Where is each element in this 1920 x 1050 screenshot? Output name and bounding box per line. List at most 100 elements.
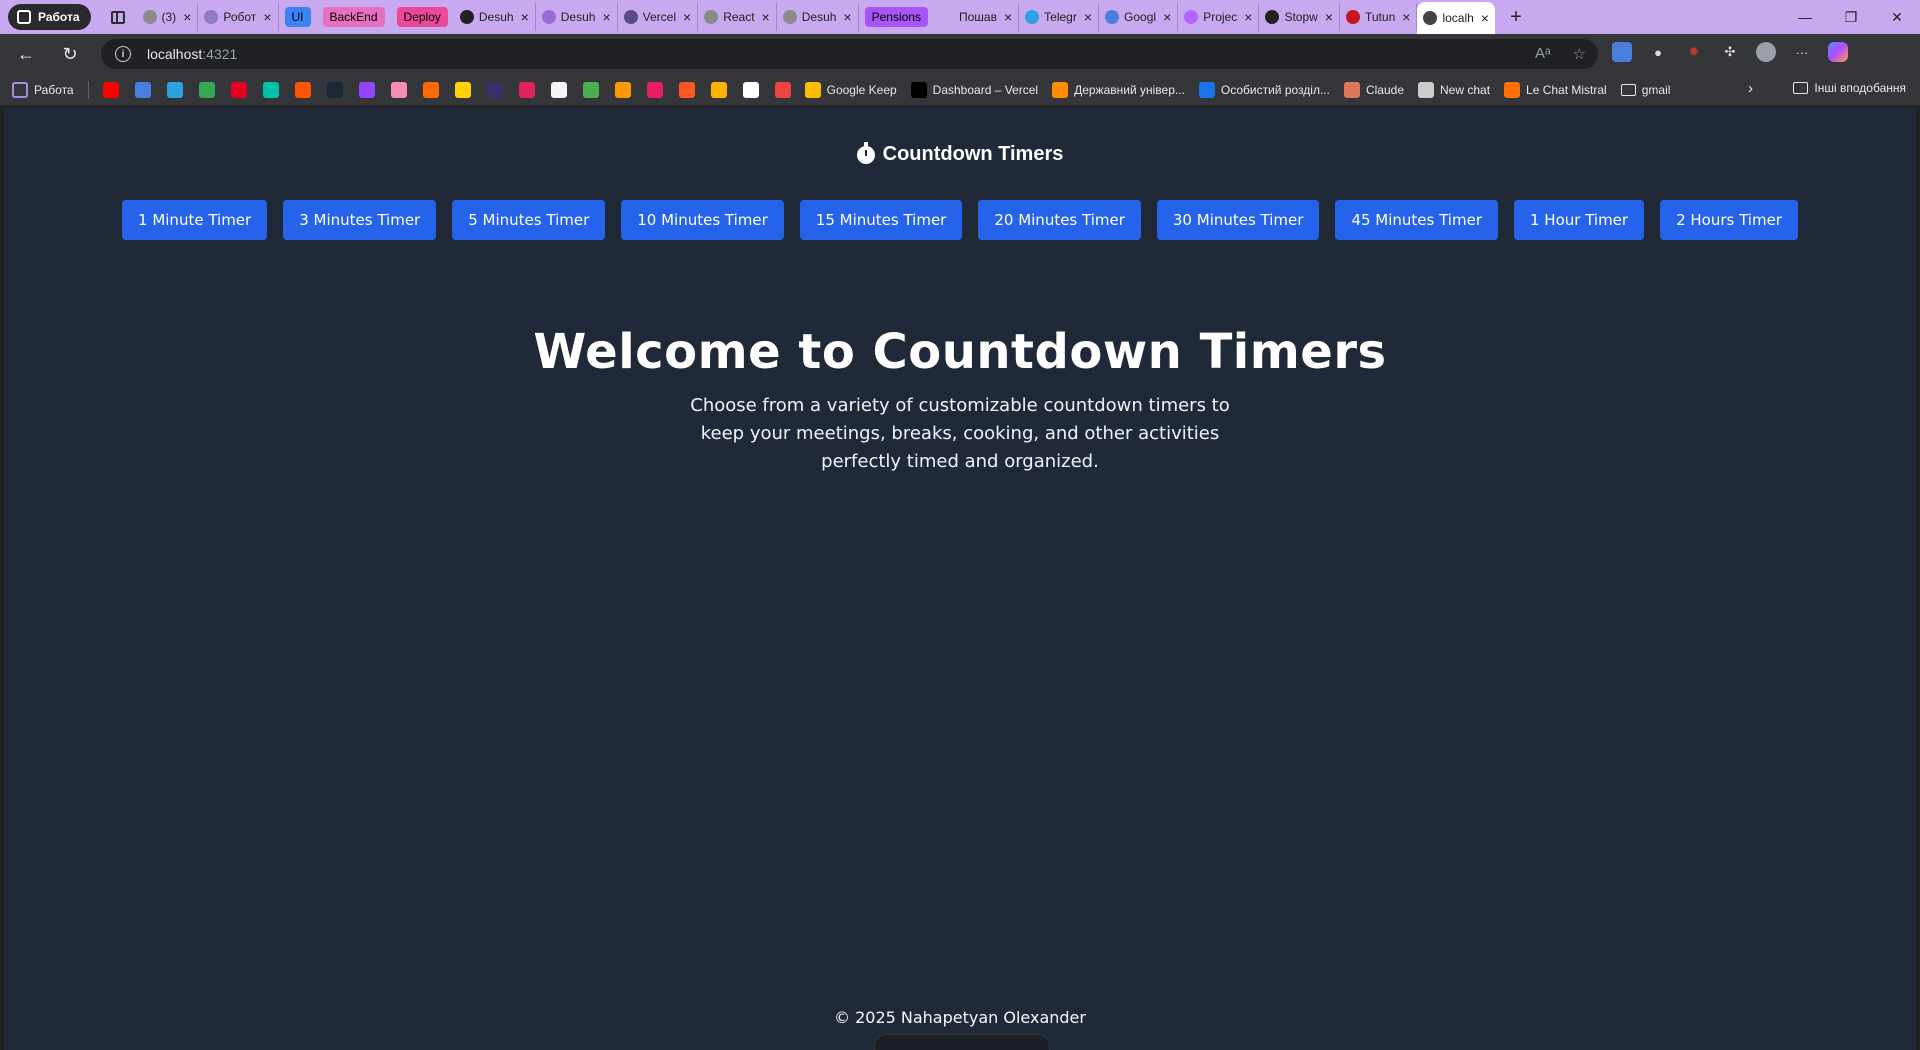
- tab[interactable]: Projec ×: [1178, 3, 1260, 31]
- browser-toolbar: ← ↻ i localhost:4321 Aᵃ ☆ ● ✹ ✣ ···: [0, 34, 1920, 74]
- bookmarks-bar: Работа Google Keep Dashboard – Vercel Держ…: [0, 74, 1920, 106]
- dev-toolbar[interactable]: [874, 1034, 1050, 1050]
- tab-close-icon[interactable]: ×: [602, 9, 610, 25]
- timer-button[interactable]: 1 Hour Timer: [1513, 200, 1645, 240]
- bookmark-favicon-icon[interactable]: [326, 81, 343, 98]
- tab-close-icon[interactable]: ×: [1402, 9, 1410, 25]
- bookmark-favicon-icon[interactable]: [358, 81, 375, 98]
- tab-close-icon[interactable]: ×: [1481, 10, 1489, 26]
- profile-avatar-icon[interactable]: [1756, 42, 1776, 62]
- bookmark-favicon-icon[interactable]: [774, 81, 791, 98]
- bookmark-favicon-icon: [1418, 81, 1434, 98]
- tab-close-icon[interactable]: ×: [1084, 9, 1092, 25]
- tab-actions-button[interactable]: [103, 4, 133, 30]
- bookmark-item[interactable]: Особистий розділ...: [1198, 81, 1330, 98]
- back-button[interactable]: ←: [8, 36, 44, 72]
- tab-close-icon[interactable]: ×: [1244, 9, 1252, 25]
- reload-button[interactable]: ↻: [52, 36, 88, 72]
- bug-extension-icon[interactable]: ✹: [1684, 42, 1704, 62]
- bookmark-favicon-icon[interactable]: [486, 81, 503, 98]
- tab[interactable]: Telegr ×: [1019, 3, 1100, 31]
- bookmark-item[interactable]: gmail: [1620, 82, 1670, 98]
- bookmark-favicon-icon[interactable]: [614, 81, 631, 98]
- bookmark-item[interactable]: Google Keep: [804, 81, 897, 98]
- tab-group-label[interactable]: Pensions: [864, 7, 928, 27]
- favorite-star-icon[interactable]: ☆: [1573, 45, 1586, 63]
- tab-group-label[interactable]: UI: [284, 7, 311, 27]
- close-window-button[interactable]: ✕: [1874, 0, 1920, 34]
- tab-title: localh: [1442, 11, 1474, 25]
- tab-active[interactable]: localh ×: [1417, 2, 1495, 34]
- record-extension-icon[interactable]: ●: [1648, 42, 1668, 62]
- bookmark-item[interactable]: Dashboard – Vercel: [910, 81, 1038, 98]
- timer-button[interactable]: 3 Minutes Timer: [283, 200, 437, 240]
- bookmark-favicon-icon[interactable]: [422, 81, 439, 98]
- other-bookmarks[interactable]: Інші вподобання: [1793, 81, 1906, 95]
- tab[interactable]: (3) ×: [137, 3, 199, 31]
- tab-close-icon[interactable]: ×: [1163, 9, 1171, 25]
- bookmark-favicon-icon[interactable]: [582, 81, 599, 98]
- tab[interactable]: Stopw ×: [1259, 3, 1340, 31]
- address-bar[interactable]: i localhost:4321 Aᵃ ☆: [101, 39, 1598, 69]
- timer-button[interactable]: 2 Hours Timer: [1660, 200, 1798, 240]
- bookmark-favicon-icon[interactable]: [678, 81, 695, 98]
- bookmark-item[interactable]: Державний універ...: [1052, 81, 1185, 98]
- bookmark-favicon-icon[interactable]: [102, 81, 119, 98]
- bookmark-favicon-icon[interactable]: [262, 81, 279, 98]
- bookmark-favicon-icon[interactable]: [550, 81, 567, 98]
- tab-close-icon[interactable]: ×: [1004, 9, 1012, 25]
- bookmark-favicon-icon[interactable]: [710, 81, 727, 98]
- tab-close-icon[interactable]: ×: [521, 9, 529, 25]
- bookmark-favicon-icon[interactable]: [166, 81, 183, 98]
- bookmark-favicon-icon[interactable]: [134, 81, 151, 98]
- bookmark-favicon-icon[interactable]: [230, 81, 247, 98]
- bookmark-item[interactable]: New chat: [1418, 81, 1490, 98]
- bookmark-workspace[interactable]: Работа: [12, 81, 74, 98]
- tab[interactable]: Desuh ×: [536, 3, 618, 31]
- tab-group-label[interactable]: Deploy: [396, 7, 448, 27]
- site-info-icon[interactable]: i: [115, 46, 131, 62]
- new-tab-button[interactable]: +: [1501, 6, 1531, 29]
- bookmark-item[interactable]: Claude: [1343, 81, 1404, 98]
- tab[interactable]: React ×: [698, 3, 777, 31]
- tab[interactable]: Пошав ×: [934, 3, 1020, 31]
- tab-close-icon[interactable]: ×: [263, 9, 271, 25]
- bookmark-item[interactable]: Le Chat Mistral: [1504, 81, 1607, 98]
- copilot-icon[interactable]: [1828, 42, 1848, 62]
- tab[interactable]: Desuh ×: [454, 3, 536, 31]
- tab[interactable]: Tutun ×: [1340, 3, 1418, 31]
- tab[interactable]: Vercel ×: [618, 3, 699, 31]
- bookmark-favicon-icon[interactable]: [390, 81, 407, 98]
- bookmark-favicon-icon[interactable]: [742, 81, 759, 98]
- bookmark-favicon-icon[interactable]: [518, 81, 535, 98]
- tab-close-icon[interactable]: ×: [762, 9, 770, 25]
- tab[interactable]: Desuh ×: [777, 3, 859, 31]
- timer-button[interactable]: 20 Minutes Timer: [978, 200, 1141, 240]
- timer-button[interactable]: 45 Minutes Timer: [1335, 200, 1498, 240]
- tab-close-icon[interactable]: ×: [683, 9, 691, 25]
- bookmark-favicon-icon[interactable]: [646, 81, 663, 98]
- bookmark-favicon-icon[interactable]: [294, 81, 311, 98]
- tab[interactable]: Googl ×: [1099, 3, 1179, 31]
- timer-button[interactable]: 5 Minutes Timer: [452, 200, 606, 240]
- tab-close-icon[interactable]: ×: [183, 9, 191, 25]
- timer-button[interactable]: 15 Minutes Timer: [799, 200, 963, 240]
- more-menu-icon[interactable]: ···: [1792, 42, 1812, 62]
- timer-button[interactable]: 30 Minutes Timer: [1156, 200, 1320, 240]
- site-brand[interactable]: Countdown Timers: [4, 141, 1916, 166]
- translate-extension-icon[interactable]: [1612, 42, 1632, 62]
- extensions-puzzle-icon[interactable]: ✣: [1720, 42, 1740, 62]
- tab-close-icon[interactable]: ×: [843, 9, 851, 25]
- timer-button[interactable]: 1 Minute Timer: [122, 200, 268, 240]
- bookmark-favicon-icon[interactable]: [198, 81, 215, 98]
- timer-button[interactable]: 10 Minutes Timer: [621, 200, 784, 240]
- tab-close-icon[interactable]: ×: [1325, 9, 1333, 25]
- tab-group-label[interactable]: BackEnd: [322, 7, 385, 27]
- bookmark-favicon-icon[interactable]: [454, 81, 471, 98]
- minimize-button[interactable]: —: [1782, 0, 1828, 34]
- tab[interactable]: Робот ×: [198, 3, 279, 31]
- read-aloud-icon[interactable]: Aᵃ: [1535, 45, 1551, 63]
- restore-button[interactable]: ❐: [1828, 0, 1874, 34]
- bookmarks-overflow-chevron-icon[interactable]: ›: [1748, 80, 1753, 97]
- workspace-button[interactable]: Работа: [8, 4, 91, 30]
